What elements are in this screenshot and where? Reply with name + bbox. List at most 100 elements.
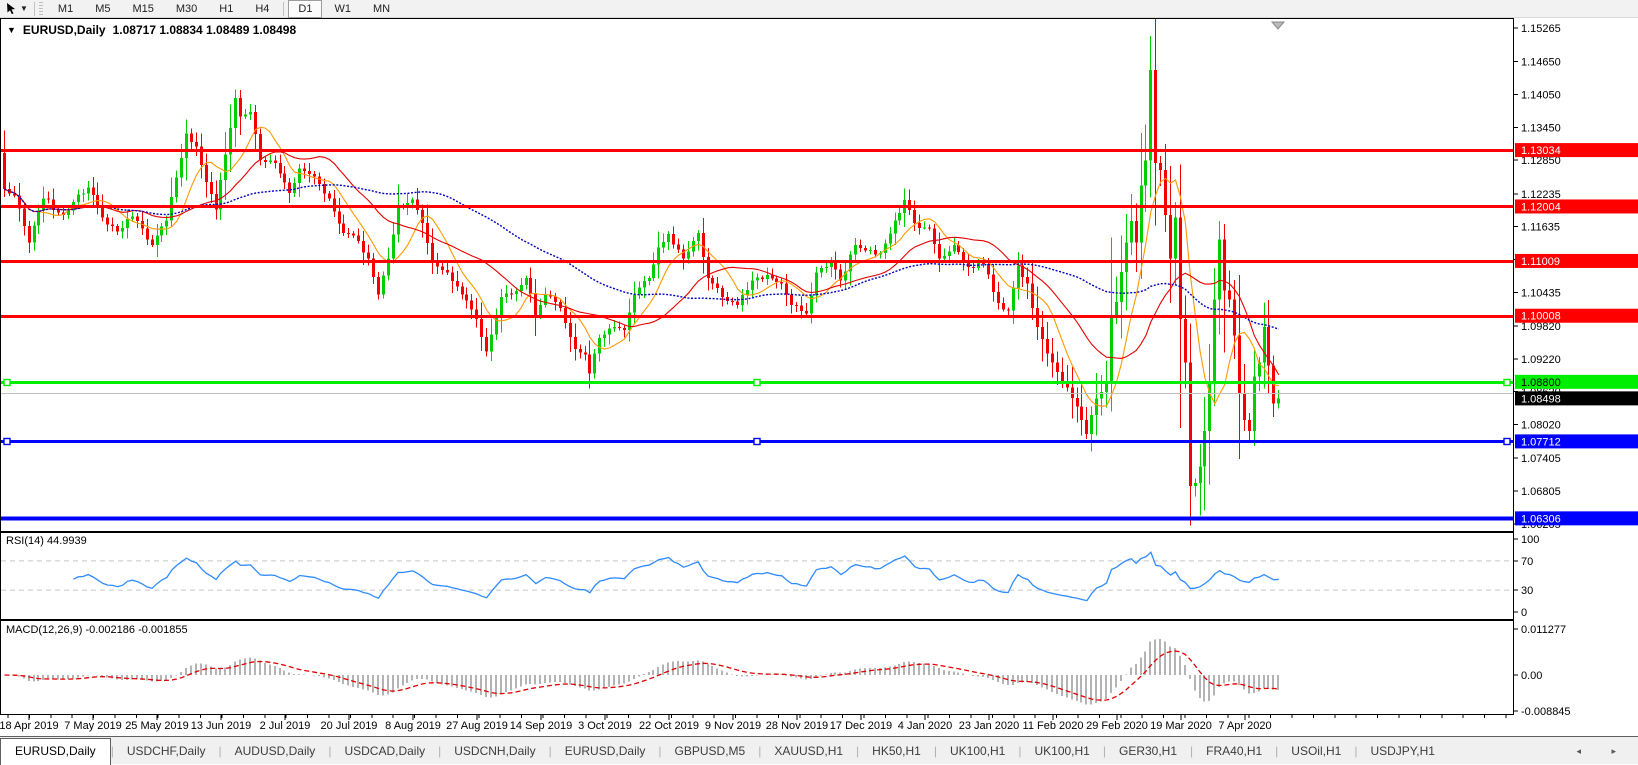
price-tick-label: 1.09220: [1521, 354, 1561, 366]
date-label: 20 Jul 2019: [321, 720, 378, 732]
chart-tab-USDCNH-Daily[interactable]: USDCNH,Daily: [441, 740, 548, 764]
macd-tick-label: -0.008845: [1521, 706, 1571, 718]
ma-mid-line: [4, 151, 1280, 376]
hline-price-label-resistance-1-text: 1.13034: [1521, 145, 1561, 157]
timeframe-button-M5[interactable]: M5: [85, 0, 120, 18]
rsi-tick-label: 70: [1521, 556, 1533, 568]
rsi-panel-border: [0, 532, 1514, 620]
chart-tab-AUDUSD-Daily[interactable]: AUDUSD,Daily: [222, 740, 329, 764]
hline-handle-support-blue-1[interactable]: [753, 437, 761, 446]
timeframe-button-H4[interactable]: H4: [245, 0, 279, 18]
date-axis: 18 Apr 2019 7 May 2019 25 May 2019 13 Jun 2…: [0, 715, 1507, 732]
hline-price-label-resistance-2-text: 1.12004: [1521, 201, 1561, 213]
chart-tab-USDCAD-Daily[interactable]: USDCAD,Daily: [331, 740, 438, 764]
price-tick-label: 1.10435: [1521, 287, 1561, 299]
chart-tab-GBPUSD-M5[interactable]: GBPUSD,M5: [662, 740, 759, 764]
price-tick-label: 1.14650: [1521, 57, 1561, 69]
date-label: 29 Feb 2020: [1086, 720, 1148, 732]
date-label: 28 Nov 2019: [766, 720, 828, 732]
timeframe-button-H1[interactable]: H1: [209, 0, 243, 18]
date-label: 11 Feb 2020: [1023, 720, 1084, 732]
date-label: 13 Jun 2019: [191, 720, 252, 732]
price-chart: 18 Apr 2019 7 May 2019 25 May 2019 13 Jun 2…: [0, 18, 1638, 732]
cursor-tool-icon[interactable]: [2, 1, 20, 16]
hline-handle-support-blue-1[interactable]: [3, 437, 11, 446]
timeframe-button-M1[interactable]: M1: [48, 0, 83, 18]
chart-tab-HK50-H1[interactable]: HK50,H1: [859, 740, 934, 764]
timeframe-button-D1[interactable]: D1: [288, 0, 323, 18]
price-tick-label: 1.11635: [1521, 222, 1560, 234]
bid-price-label-text: 1.08498: [1521, 393, 1561, 405]
date-label: 17 Dec 2019: [830, 720, 892, 732]
date-label: 27 Aug 2019: [446, 720, 508, 732]
price-axis[interactable]: 1.152651.146501.140501.134501.128501.122…: [1513, 23, 1638, 718]
price-tick-label: 1.12235: [1521, 189, 1561, 201]
cursor-tool-dropdown-icon[interactable]: ▼: [20, 4, 28, 13]
chart-title: ▼ EURUSD,Daily 1.08717 1.08834 1.08489 1…: [7, 23, 296, 37]
rsi-tick-label: 0: [1521, 607, 1527, 619]
hline-price-label-support-blue-2-text: 1.06306: [1521, 513, 1561, 525]
price-tick-label: 1.15265: [1521, 23, 1561, 35]
hline-handle-support-green[interactable]: [1503, 378, 1511, 387]
toolbar-grip[interactable]: [38, 1, 43, 16]
date-label: 22 Oct 2019: [639, 720, 699, 732]
candles-layer: [3, 19, 1280, 526]
rsi-tick-label: 100: [1521, 534, 1539, 546]
timeframe-button-M30[interactable]: M30: [166, 0, 207, 18]
price-tick-label: 1.14050: [1521, 89, 1561, 101]
timeframe-button-MN[interactable]: MN: [363, 0, 400, 18]
macd-signal-line: [4, 650, 1279, 701]
toolbar-separator: [33, 1, 35, 16]
hline-handle-support-green[interactable]: [3, 378, 11, 387]
chart-tab-XAUUSD-H1[interactable]: XAUUSD,H1: [761, 740, 856, 764]
date-label: 14 Sep 2019: [510, 720, 572, 732]
date-label: 7 May 2019: [64, 720, 121, 732]
price-tick-label: 1.07405: [1521, 453, 1561, 465]
chart-tab-EURUSD-Daily[interactable]: EURUSD,Daily: [552, 740, 659, 764]
price-tick-label: 1.09820: [1521, 321, 1561, 333]
chart-tab-USDCHF-Daily[interactable]: USDCHF,Daily: [114, 740, 219, 764]
chart-symbol-label: EURUSD,Daily: [22, 23, 106, 37]
toolbar-separator: [283, 1, 285, 16]
chart-tab-EURUSD-Daily[interactable]: EURUSD,Daily: [0, 738, 111, 765]
price-tick-label: 1.08020: [1521, 420, 1561, 432]
date-label: 2 Jul 2019: [260, 720, 311, 732]
price-tick-label: 1.06805: [1521, 486, 1561, 498]
date-label: 23 Jan 2020: [959, 720, 1020, 732]
date-label: 25 May 2019: [125, 720, 189, 732]
top-toolbar: ▼ M1 M5 M15 M30 H1 H4 D1 W1 MN: [0, 0, 1638, 18]
tab-scroll-arrows[interactable]: ◂ ▸: [1576, 746, 1630, 757]
hline-handle-support-blue-1[interactable]: [1503, 437, 1511, 446]
hline-handle-support-green[interactable]: [753, 378, 761, 387]
date-label: 18 Apr 2019: [0, 720, 59, 732]
date-label: 19 Mar 2020: [1150, 720, 1212, 732]
timeframe-button-W1[interactable]: W1: [324, 0, 361, 18]
timeframe-button-M15[interactable]: M15: [122, 0, 163, 18]
chart-tab-USOil-H1[interactable]: USOil,H1: [1278, 740, 1354, 764]
hline-price-label-resistance-3-text: 1.11009: [1521, 256, 1560, 268]
rsi-line: [73, 551, 1279, 602]
chart-tab-UK100-H1[interactable]: UK100,H1: [937, 740, 1018, 764]
macd-indicator-label: MACD(12,26,9) -0.002186 -0.001855: [6, 624, 188, 636]
chart-tab-GER30-H1[interactable]: GER30,H1: [1106, 740, 1190, 764]
chart-dropdown-icon[interactable]: ▼: [7, 25, 16, 35]
price-tick-label: 1.13450: [1521, 122, 1561, 134]
date-label: 4 Jan 2020: [898, 720, 952, 732]
ma-fast-line: [4, 126, 1279, 407]
chart-tab-FRA40-H1[interactable]: FRA40,H1: [1193, 740, 1275, 764]
chart-shift-marker-icon[interactable]: [1270, 21, 1286, 30]
date-label: 9 Nov 2019: [705, 720, 761, 732]
macd-tick-label: 0.00: [1521, 670, 1542, 682]
date-label: 7 Apr 2020: [1218, 720, 1271, 732]
chart-window: 18 Apr 2019 7 May 2019 25 May 2019 13 Jun 2…: [0, 18, 1638, 736]
chart-tab-bar: EURUSD,Daily | USDCHF,Daily | AUDUSD,Daily | U…: [0, 736, 1638, 765]
chart-tab-UK100-H1[interactable]: UK100,H1: [1021, 740, 1102, 764]
date-label: 3 Oct 2019: [578, 720, 632, 732]
chart-tab-USDJPY-H1[interactable]: USDJPY,H1: [1357, 740, 1447, 764]
rsi-tick-label: 30: [1521, 585, 1533, 597]
chart-quotes: 1.08717 1.08834 1.08489 1.08498: [112, 23, 297, 37]
date-label: 8 Aug 2019: [385, 720, 441, 732]
macd-tick-label: 0.011277: [1521, 624, 1566, 636]
rsi-indicator-label: RSI(14) 44.9939: [6, 535, 87, 547]
hline-price-label-support-blue-1-text: 1.07712: [1521, 436, 1561, 448]
